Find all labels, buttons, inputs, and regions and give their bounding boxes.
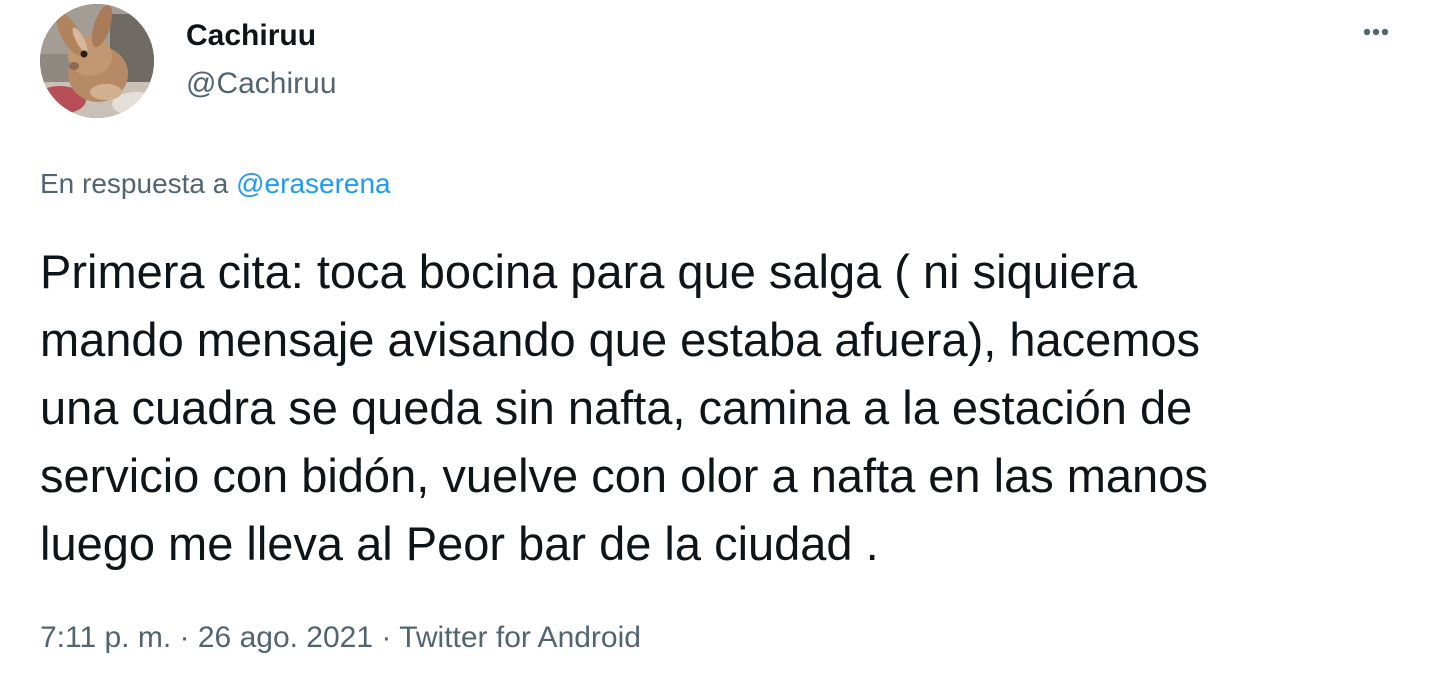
reply-prefix: En respuesta a	[40, 168, 229, 199]
tweet-source[interactable]: Twitter for Android	[399, 621, 641, 654]
reply-mention-link[interactable]: @eraserena	[236, 168, 391, 199]
avatar[interactable]	[40, 4, 154, 118]
user-handle[interactable]: @Cachiruu	[186, 64, 337, 104]
tweet-text-line: mando mensaje avisando que estaba afuera…	[40, 313, 1201, 366]
meta-separator: ·	[381, 621, 392, 654]
tweet-text-line: Primera cita: toca bocina para que salga…	[40, 245, 1138, 298]
more-horizontal-icon	[1363, 28, 1389, 36]
tweet-metadata: 7:11 p. m. · 26 ago. 2021 · Twitter for …	[40, 618, 641, 658]
tweet-time[interactable]: 7:11 p. m.	[40, 621, 171, 654]
display-name[interactable]: Cachiruu	[186, 16, 337, 56]
more-options-button[interactable]	[1354, 14, 1398, 50]
user-info: Cachiruu @Cachiruu	[186, 16, 337, 104]
tweet-text-line: una cuadra se queda sin nafta, camina a …	[40, 381, 1193, 434]
tweet-text-line: luego me lleva al Peor bar de la ciudad …	[40, 517, 879, 570]
reply-context: En respuesta a @eraserena	[40, 166, 391, 202]
tweet-text-line: servicio con bidón, vuelve con olor a na…	[40, 449, 1208, 502]
rabbit-avatar-image	[40, 4, 154, 118]
tweet-text: Primera cita: toca bocina para que salga…	[40, 238, 1420, 578]
tweet-detail: Cachiruu @Cachiruu En respuesta a @erase…	[0, 0, 1440, 687]
meta-separator: ·	[179, 621, 190, 654]
tweet-date[interactable]: 26 ago. 2021	[198, 621, 373, 654]
